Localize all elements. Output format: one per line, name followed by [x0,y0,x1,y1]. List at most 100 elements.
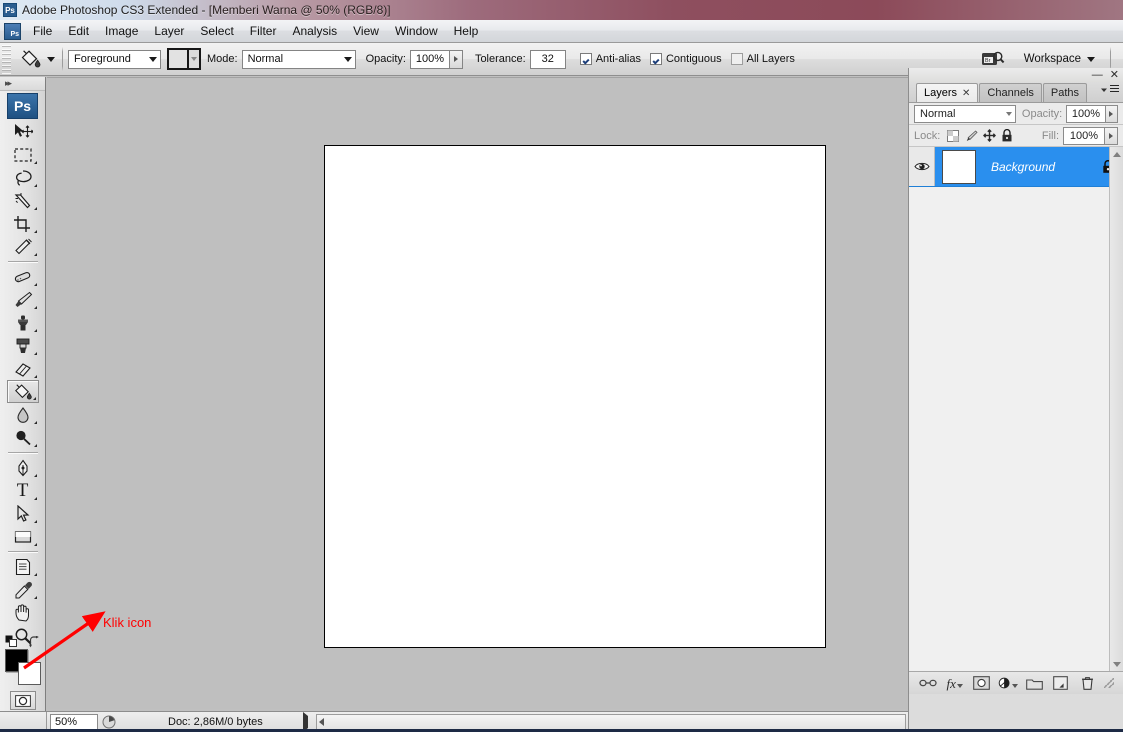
panel-tab-strip: Layers ✕ Channels Paths [909,82,1123,103]
menu-view[interactable]: View [345,21,387,41]
tolerance-input[interactable]: 32 [529,49,566,69]
opacity-input[interactable]: 100% [409,49,450,69]
status-bar-menu-button[interactable] [302,712,308,732]
toolbox: ▸▸ Ps T [0,77,46,732]
options-separator [62,47,63,71]
rectangle-tool[interactable] [7,525,39,548]
scroll-left-icon[interactable] [318,718,324,726]
quick-mask-row [0,691,45,710]
menu-analysis[interactable]: Analysis [284,21,345,41]
layer-list: Background [909,147,1123,671]
layers-panel-footer: fx [909,671,1123,694]
blend-mode-select[interactable]: Normal [241,49,356,69]
menu-file[interactable]: File [25,21,60,41]
zoom-level-input[interactable]: 50% [50,713,98,731]
magic-wand-tool[interactable] [7,189,39,212]
horizontal-type-tool[interactable]: T [7,479,39,502]
new-group-icon[interactable] [1024,674,1044,693]
layer-thumbnail[interactable] [942,149,976,184]
brush-tool[interactable] [7,288,39,311]
tool-preset-picker-caret[interactable] [45,49,57,69]
pen-tool[interactable] [7,456,39,479]
blur-tool[interactable] [7,403,39,426]
document-workspace[interactable] [47,77,908,709]
toolbox-collapse-button[interactable]: ▸▸ [0,77,45,91]
panel-vertical-scrollbar[interactable] [1109,147,1123,671]
anti-alias-checkbox[interactable]: Anti-alias [579,53,641,65]
path-selection-tool[interactable] [7,502,39,525]
lock-all-icon[interactable] [998,129,1016,142]
menu-help[interactable]: Help [446,21,487,41]
menu-window[interactable]: Window [387,21,446,41]
fill-source-value: Foreground [74,53,131,65]
pattern-picker[interactable] [167,48,201,70]
minimize-icon[interactable]: — [1092,70,1103,81]
background-color-swatch[interactable] [17,662,41,685]
all-layers-checkbox[interactable]: All Layers [730,53,795,65]
lock-image-pixels-icon[interactable] [962,129,980,142]
menu-layer[interactable]: Layer [146,21,192,41]
delete-layer-icon[interactable] [1077,674,1097,693]
lock-position-icon[interactable] [980,129,998,142]
eyedropper-tool[interactable] [7,578,39,601]
preview-size-icon[interactable] [98,715,120,729]
menu-image[interactable]: Image [97,21,146,41]
history-brush-tool[interactable] [7,334,39,357]
lasso-tool[interactable] [7,166,39,189]
tab-layers[interactable]: Layers ✕ [916,83,979,102]
flyout-indicator [33,474,37,477]
layer-opacity-input[interactable]: 100% [1066,104,1106,123]
tab-channels[interactable]: Channels [979,83,1042,102]
swap-colors-icon[interactable] [28,635,41,652]
workspace-button[interactable]: Workspace [1024,53,1095,65]
new-adjustment-layer-icon[interactable] [998,674,1018,693]
crop-tool[interactable] [7,212,39,235]
menu-filter[interactable]: Filter [242,21,285,41]
image-canvas[interactable] [324,145,826,648]
contiguous-checkbox[interactable]: Contiguous [649,53,722,65]
scroll-down-icon[interactable] [1112,657,1121,671]
opacity-slider-button[interactable] [449,49,463,69]
layer-fill-slider-button[interactable] [1105,126,1118,145]
flyout-indicator [33,352,37,355]
document-control-icon[interactable] [4,22,21,40]
scroll-up-icon[interactable] [1112,147,1121,161]
slice-tool[interactable] [7,235,39,258]
hand-tool[interactable] [7,601,39,624]
edit-in-quick-mask-mode-icon[interactable] [9,691,36,710]
menu-select[interactable]: Select [192,21,241,41]
link-layers-icon[interactable] [918,674,938,693]
paint-bucket-icon[interactable] [15,46,45,72]
layer-fill-input[interactable]: 100% [1063,126,1105,145]
new-layer-icon[interactable] [1051,674,1071,693]
options-bar-grip[interactable] [2,44,11,74]
tab-paths[interactable]: Paths [1042,83,1088,102]
eraser-tool[interactable] [7,357,39,380]
fill-source-select[interactable]: Foreground [68,49,161,69]
layer-opacity-slider-button[interactable] [1105,104,1118,123]
layer-style-fx-icon[interactable]: fx [945,674,965,693]
clone-stamp-tool[interactable] [7,311,39,334]
move-tool[interactable] [7,120,39,143]
healing-brush-tool[interactable] [7,265,39,288]
flyout-indicator [33,161,37,164]
paint-bucket-tool[interactable] [6,380,39,403]
horizontal-scrollbar[interactable] [315,713,906,731]
pattern-picker-caret[interactable] [187,50,199,68]
menu-edit[interactable]: Edit [60,21,97,41]
layer-name[interactable]: Background [976,160,1093,174]
rectangular-marquee-tool[interactable] [7,143,39,166]
chevron-down-icon [149,56,157,62]
layer-blend-mode-select[interactable]: Normal [914,104,1016,123]
add-layer-mask-icon[interactable] [971,674,991,693]
panel-resize-grip[interactable] [1103,678,1114,688]
dodge-tool[interactable] [7,426,39,449]
layer-visibility-toggle[interactable] [909,147,935,186]
table-row[interactable]: Background [909,147,1123,187]
close-icon[interactable]: ✕ [962,88,970,99]
lock-transparent-pixels-icon[interactable] [944,129,962,142]
panel-menu-button[interactable] [1100,85,1119,94]
flyout-indicator [33,421,37,424]
notes-tool[interactable] [7,555,39,578]
close-icon[interactable]: ✕ [1110,70,1119,81]
